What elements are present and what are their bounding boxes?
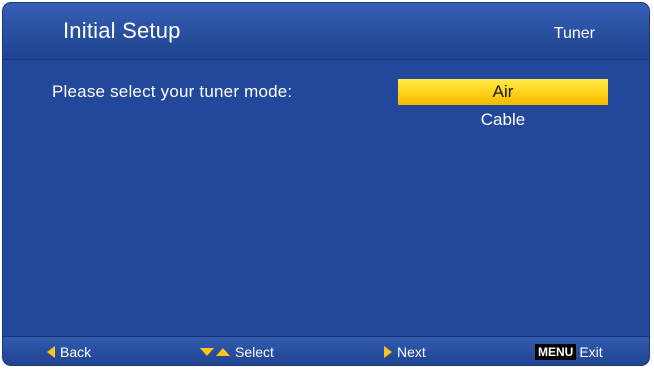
tuner-mode-options: Air Cable	[398, 79, 608, 135]
setup-screen: Initial Setup Tuner Please select your t…	[3, 3, 649, 365]
page-title: Initial Setup	[63, 18, 181, 43]
select-hint[interactable]: Select	[200, 344, 274, 360]
arrow-left-icon	[47, 346, 55, 358]
option-cable[interactable]: Cable	[398, 107, 608, 133]
prompt-text: Please select your tuner mode:	[52, 82, 293, 101]
section-label: Tuner	[553, 25, 595, 42]
header-bar: Initial Setup Tuner	[3, 3, 649, 60]
arrow-down-icon	[200, 348, 214, 356]
footer-bar: Back Select Next MENU Exit	[3, 336, 649, 365]
content-area: Please select your tuner mode: Air Cable	[3, 60, 649, 335]
next-label: Next	[397, 344, 426, 360]
back-hint[interactable]: Back	[47, 344, 91, 360]
option-air[interactable]: Air	[398, 79, 608, 105]
back-label: Back	[60, 344, 92, 360]
exit-label: Exit	[579, 344, 603, 360]
arrow-up-icon	[216, 348, 230, 356]
menu-key-badge: MENU	[535, 344, 577, 360]
arrow-right-icon	[384, 346, 392, 358]
exit-hint[interactable]: MENU Exit	[535, 344, 603, 360]
select-label: Select	[235, 344, 274, 360]
next-hint[interactable]: Next	[384, 344, 426, 360]
